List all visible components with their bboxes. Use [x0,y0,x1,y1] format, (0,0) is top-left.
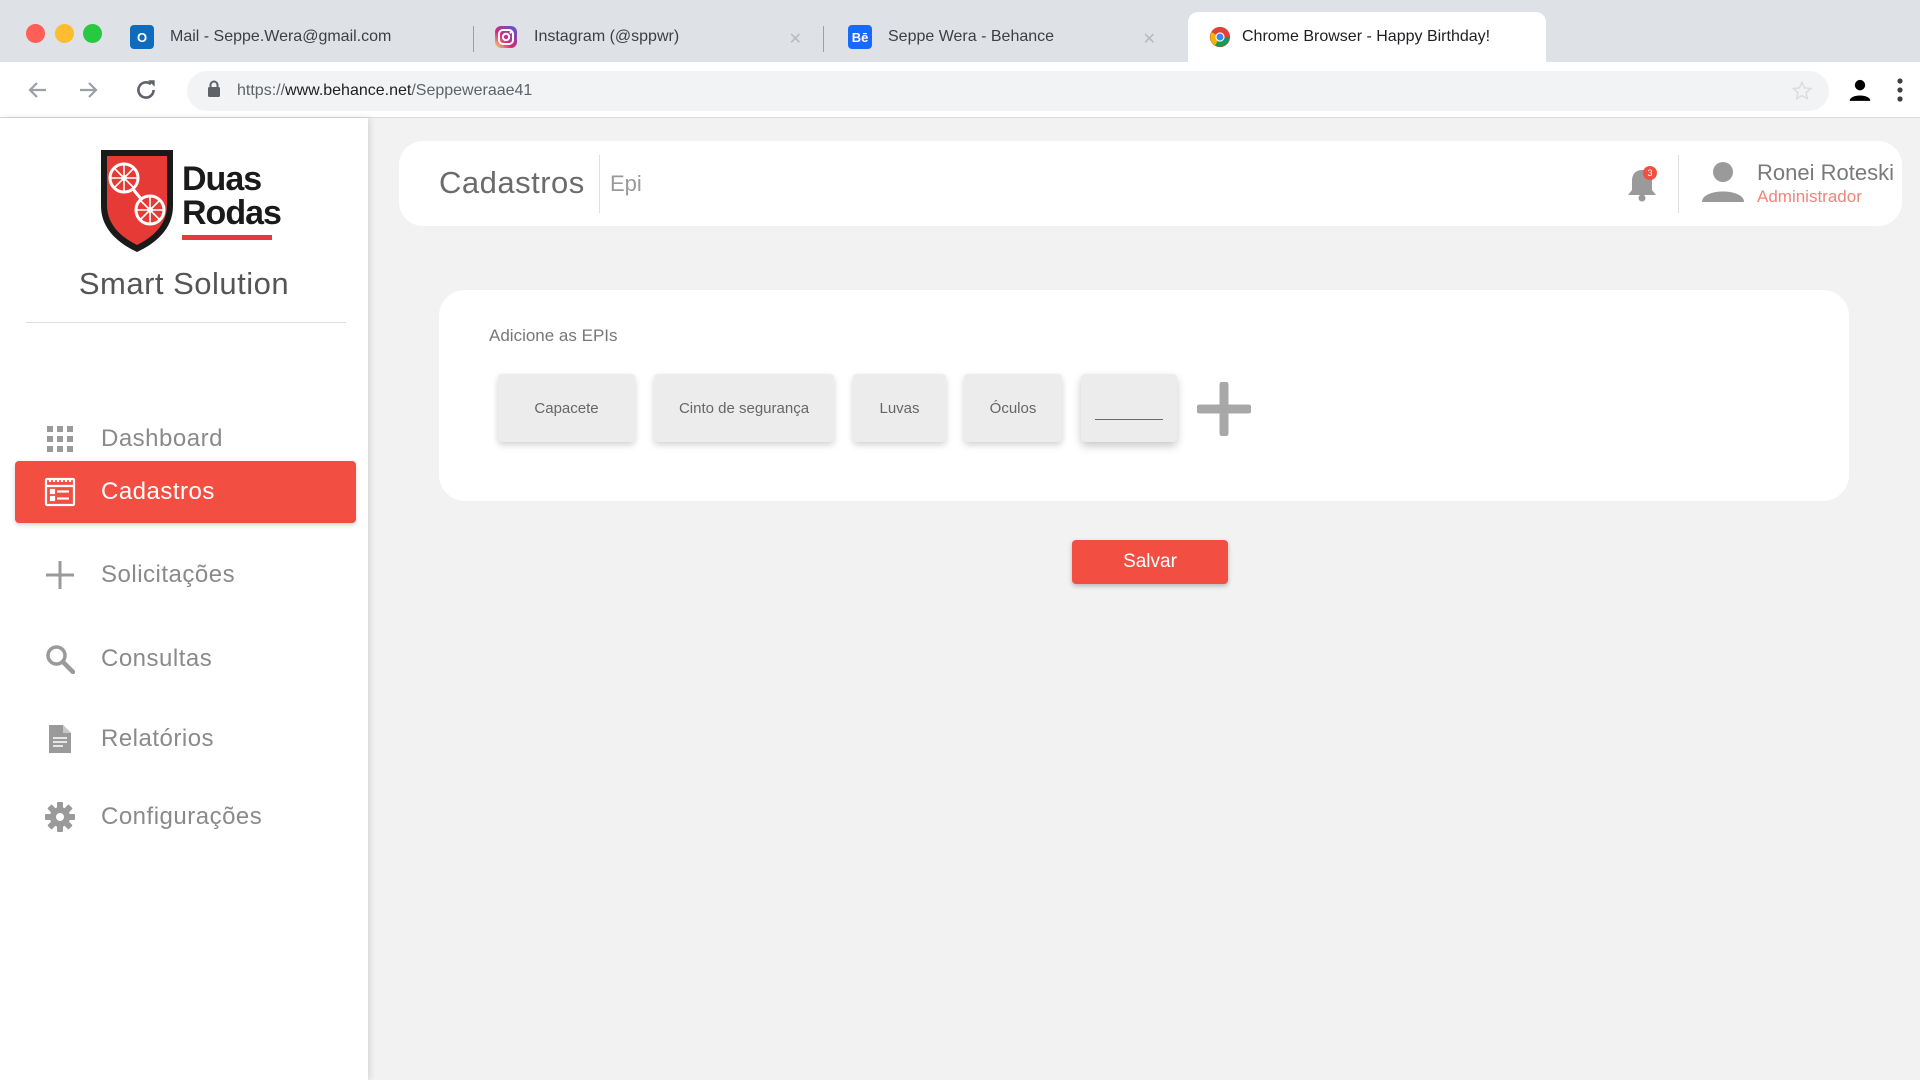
outlook-icon: O [130,25,154,49]
epi-section-label: Adicione as EPIs [489,326,618,345]
window-close-button[interactable] [26,24,45,43]
bookmark-star-icon[interactable] [1791,80,1813,107]
logo-wordmark-line2: Rodas [182,194,282,232]
user-name: Ronei Roteski [1757,160,1894,185]
search-icon [43,642,77,676]
page-header: Cadastros Epi 3 Ronei Roteski Administra… [399,141,1902,226]
sidebar-item-label: Configurações [101,803,263,830]
browser-tab-instagram[interactable]: Instagram (@sppwr) ✕ [474,12,824,62]
epi-card: Adicione as EPIs Capacete Cinto de segur… [439,290,1849,501]
epi-chip-capacete[interactable]: Capacete [498,374,635,442]
forward-arrow-icon[interactable] [70,72,106,108]
user-avatar-icon[interactable] [1701,159,1745,208]
sidebar-item-cadastros[interactable]: Cadastros [15,461,356,523]
sidebar-item-label: Cadastros [101,478,215,505]
add-epi-plus-icon[interactable] [1195,380,1253,438]
window-minimize-button[interactable] [55,24,74,43]
main-content: Cadastros Epi 3 Ronei Roteski Administra… [368,118,1920,1080]
browser-tab-mail[interactable]: O Mail - Seppe.Wera@gmail.com [110,12,474,62]
form-icon [43,475,77,509]
duas-rodas-logo: Duas Rodas [96,146,282,256]
tab-close-icon[interactable]: ✕ [789,29,802,49]
sidebar-item-label: Consultas [101,645,213,672]
brand-divider [26,322,346,323]
sidebar-item-relatorios[interactable]: Relatórios [15,708,356,770]
gear-icon [43,800,77,834]
profile-icon[interactable] [1842,72,1878,108]
tab-title: Chrome Browser - Happy Birthday! [1242,28,1491,45]
reload-icon[interactable] [128,72,164,108]
app-viewport: Duas Rodas Smart Solution Dashboard Cada… [0,118,1920,1080]
sidebar-item-configuracoes[interactable]: Configurações [15,786,356,848]
browser-tab-chrome-active[interactable]: Chrome Browser - Happy Birthday! [1188,12,1546,62]
notification-count-badge: 3 [1643,166,1657,180]
menu-kebab-icon[interactable] [1882,72,1918,108]
sidebar-item-solicitacoes[interactable]: Solicitações [15,544,356,606]
epi-chip-luvas[interactable]: Luvas [853,374,946,442]
sidebar: Duas Rodas Smart Solution Dashboard Cada… [0,118,368,1080]
plus-icon [43,558,77,592]
sidebar-item-label: Relatórios [101,725,215,752]
grid-icon [43,422,77,456]
save-button[interactable]: Salvar [1072,540,1228,584]
back-arrow-icon[interactable] [20,72,56,108]
page-title: Cadastros [439,165,585,200]
browser-toolbar: https://www.behance.net/Seppeweraae41 [0,62,1920,118]
new-epi-input[interactable] [1095,402,1163,420]
brand-name: Smart Solution [78,266,290,301]
page-subtitle: Epi [610,171,642,196]
tab-close-icon[interactable]: ✕ [1143,29,1156,49]
shield-logo-icon [101,150,173,252]
epi-chip-cinto[interactable]: Cinto de segurança [654,374,834,442]
tab-title: Seppe Wera - Behance [888,28,1055,45]
document-icon [43,722,77,756]
url-text: https://www.behance.net/Seppeweraae41 [237,82,533,99]
behance-icon: Bē [848,25,872,49]
address-bar[interactable]: https://www.behance.net/Seppeweraae41 [187,71,1829,111]
sidebar-item-consultas[interactable]: Consultas [15,628,356,690]
lock-icon [207,80,221,103]
browser-tab-behance[interactable]: Bē Seppe Wera - Behance ✕ [828,12,1178,62]
tab-title: Mail - Seppe.Wera@gmail.com [170,28,392,45]
user-role: Administrador [1757,187,1862,206]
sidebar-item-label: Solicitações [101,561,236,588]
instagram-icon [494,25,518,49]
sidebar-item-label: Dashboard [101,425,223,452]
epi-chip-oculos[interactable]: Óculos [964,374,1062,442]
new-epi-chip [1081,374,1177,442]
logo-wordmark-line1: Duas [182,160,262,198]
window-maximize-button[interactable] [83,24,102,43]
chrome-icon [1208,25,1232,49]
browser-tab-strip: O Mail - Seppe.Wera@gmail.com Instagram … [0,0,1920,62]
tab-title: Instagram (@sppwr) [534,28,680,45]
